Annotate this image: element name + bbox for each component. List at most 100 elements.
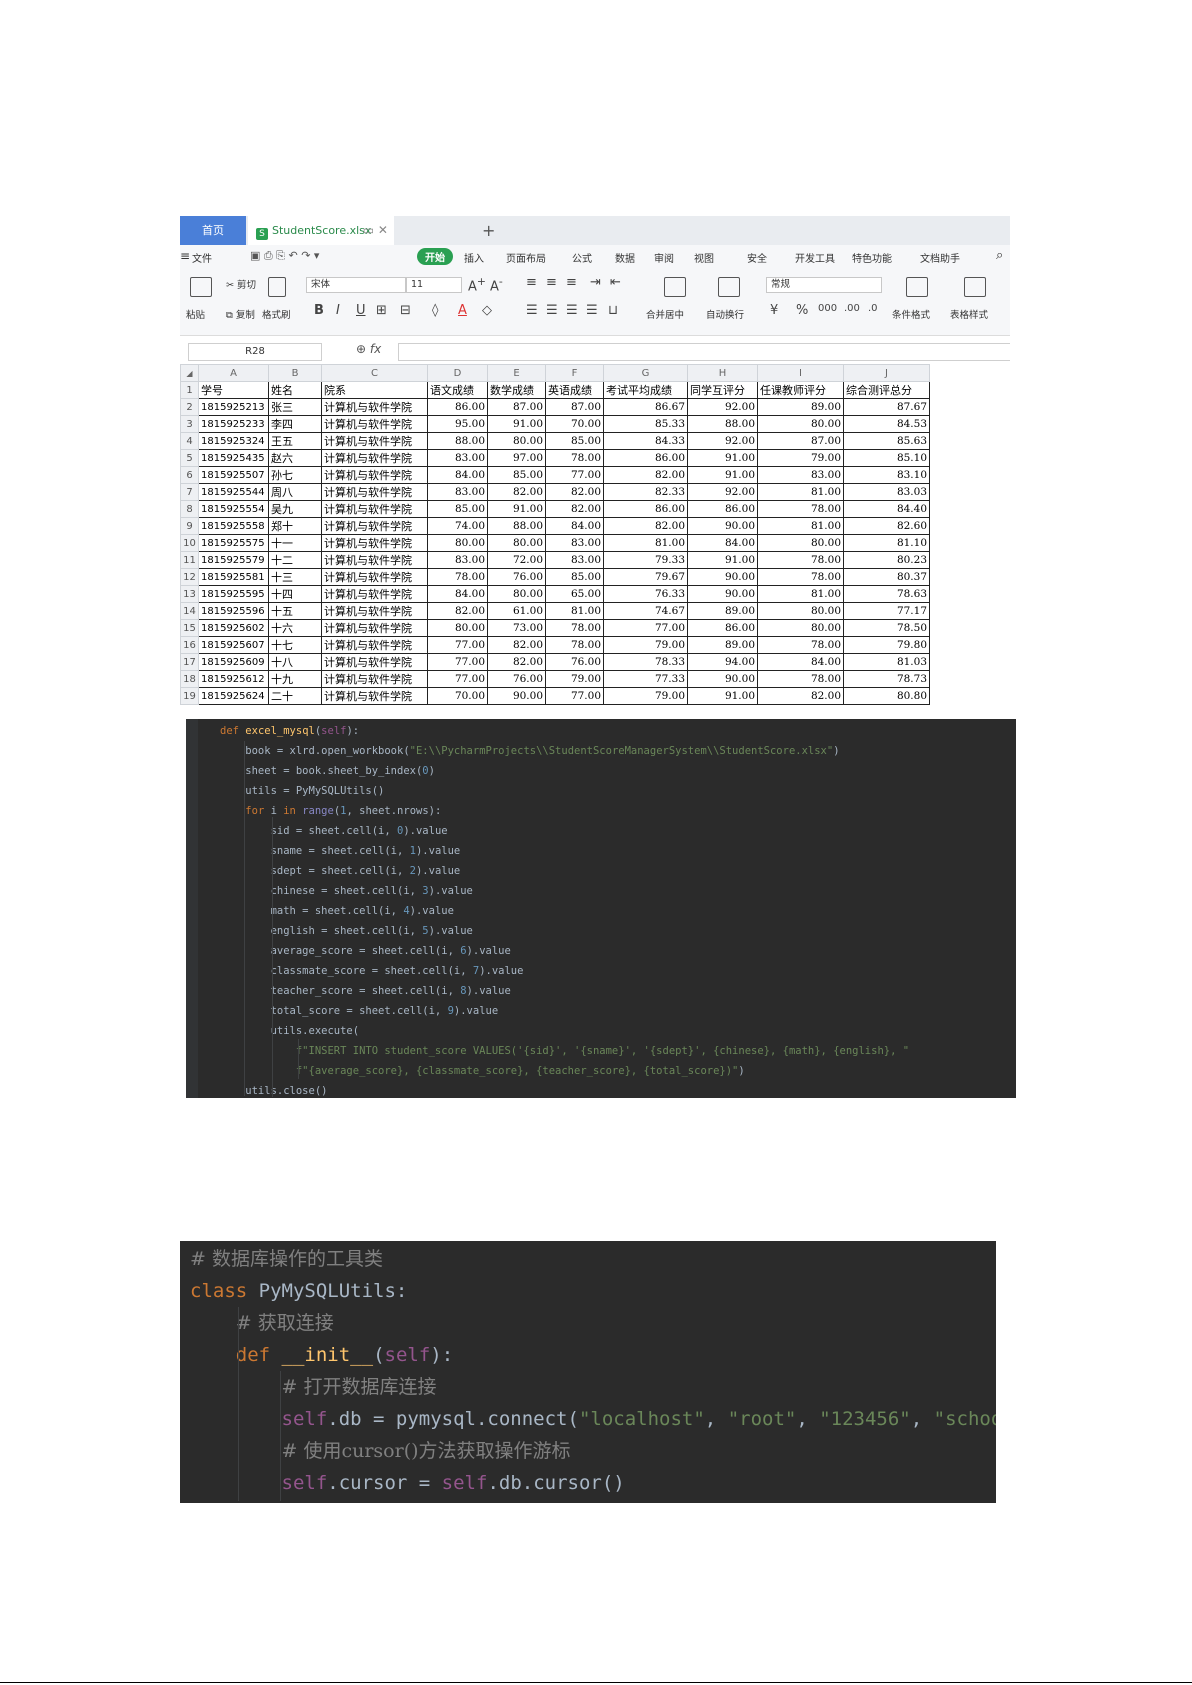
table-header-cell[interactable]: 任课教师评分: [757, 381, 844, 399]
table-cell[interactable]: 78.00: [757, 500, 844, 518]
table-cell[interactable]: 90.00: [687, 585, 758, 603]
italic-icon[interactable]: I: [336, 303, 340, 318]
table-cell[interactable]: 91.00: [487, 500, 546, 518]
table-cell[interactable]: 十一: [268, 534, 322, 552]
table-cell[interactable]: 86.00: [427, 398, 488, 416]
table-cell[interactable]: 91.00: [687, 687, 758, 705]
column-header[interactable]: J: [843, 364, 930, 382]
table-cell[interactable]: 吴九: [268, 500, 322, 518]
font-size-select[interactable]: 11: [406, 277, 462, 293]
table-style-icon[interactable]: [964, 277, 986, 297]
table-cell[interactable]: 计算机与软件学院: [321, 585, 428, 603]
cut-button[interactable]: ✂ 剪切: [226, 277, 256, 291]
table-cell[interactable]: 十四: [268, 585, 322, 603]
menu-item[interactable]: 文件: [192, 250, 212, 265]
column-header[interactable]: D: [427, 364, 488, 382]
table-cell[interactable]: 1815925596: [198, 602, 269, 620]
wrap-text-icon[interactable]: [718, 277, 740, 297]
table-cell[interactable]: 86.00: [603, 449, 688, 467]
quick-access-icons[interactable]: ▣ ⎙ ⎘ ↶ ↷ ▾: [250, 249, 319, 263]
table-cell[interactable]: 1815925324: [198, 432, 269, 450]
table-cell[interactable]: 83.00: [757, 466, 844, 484]
align-middle-icon[interactable]: ≡: [546, 275, 557, 290]
column-header[interactable]: G: [603, 364, 688, 382]
table-cell[interactable]: 89.00: [687, 636, 758, 654]
table-cell[interactable]: 83.00: [427, 449, 488, 467]
table-cell[interactable]: 97.00: [487, 449, 546, 467]
table-cell[interactable]: 张三: [268, 398, 322, 416]
table-cell[interactable]: 86.00: [687, 619, 758, 637]
row-number[interactable]: 7: [180, 483, 199, 501]
table-cell[interactable]: 计算机与软件学院: [321, 449, 428, 467]
table-cell[interactable]: 76.00: [545, 653, 604, 671]
table-cell[interactable]: 77.00: [427, 653, 488, 671]
table-cell[interactable]: 82.60: [843, 517, 930, 535]
align-right-icon[interactable]: ☰: [566, 303, 578, 318]
select-all-corner[interactable]: ◢: [180, 364, 199, 382]
table-cell[interactable]: 83.00: [545, 551, 604, 569]
table-cell[interactable]: 85.00: [427, 500, 488, 518]
table-cell[interactable]: 80.00: [487, 432, 546, 450]
table-cell[interactable]: 84.00: [687, 534, 758, 552]
table-cell[interactable]: 82.00: [545, 500, 604, 518]
table-cell[interactable]: 1815925544: [198, 483, 269, 501]
table-cell[interactable]: 76.00: [487, 670, 546, 688]
fx-icon[interactable]: ⊕ fx: [356, 342, 381, 356]
column-header[interactable]: I: [757, 364, 844, 382]
table-cell[interactable]: 计算机与软件学院: [321, 432, 428, 450]
table-cell[interactable]: 78.00: [757, 568, 844, 586]
formula-input[interactable]: [398, 343, 1010, 361]
table-cell[interactable]: 82.00: [487, 636, 546, 654]
table-cell[interactable]: 十二: [268, 551, 322, 569]
table-cell[interactable]: 74.00: [427, 517, 488, 535]
table-cell[interactable]: 87.67: [843, 398, 930, 416]
table-cell[interactable]: 83.10: [843, 466, 930, 484]
menu-item[interactable]: 特色功能: [852, 250, 892, 265]
menu-hamburger-icon[interactable]: ≡: [180, 249, 190, 263]
table-cell[interactable]: 1815925233: [198, 415, 269, 433]
menu-item[interactable]: 视图: [694, 250, 714, 265]
table-cell[interactable]: 78.73: [843, 670, 930, 688]
table-cell[interactable]: 十九: [268, 670, 322, 688]
table-cell[interactable]: 78.00: [545, 636, 604, 654]
table-header-cell[interactable]: 学号: [198, 381, 269, 399]
table-cell[interactable]: 79.67: [603, 568, 688, 586]
row-number[interactable]: 13: [180, 585, 199, 603]
table-cell[interactable]: 82.00: [757, 687, 844, 705]
table-cell[interactable]: 77.33: [603, 670, 688, 688]
row-number[interactable]: 2: [180, 398, 199, 416]
align-left-icon[interactable]: ☰: [526, 303, 538, 318]
table-cell[interactable]: 80.00: [427, 619, 488, 637]
table-cell[interactable]: 郑十: [268, 517, 322, 535]
table-cell[interactable]: 1815925213: [198, 398, 269, 416]
table-cell[interactable]: 十六: [268, 619, 322, 637]
column-header[interactable]: C: [321, 364, 428, 382]
table-cell[interactable]: 84.00: [545, 517, 604, 535]
table-cell[interactable]: 91.00: [687, 551, 758, 569]
row-number[interactable]: 10: [180, 534, 199, 552]
table-cell[interactable]: 周八: [268, 483, 322, 501]
table-header-cell[interactable]: 语文成绩: [427, 381, 488, 399]
bold-icon[interactable]: B: [314, 303, 324, 318]
table-cell[interactable]: 91.00: [487, 415, 546, 433]
tab-file[interactable]: S StudentScore.xlsx ▭ ✕: [248, 216, 394, 245]
table-cell[interactable]: 计算机与软件学院: [321, 619, 428, 637]
table-cell[interactable]: 二十: [268, 687, 322, 705]
paste-button[interactable]: 粘贴: [186, 307, 205, 321]
table-cell[interactable]: 82.00: [603, 517, 688, 535]
table-cell[interactable]: 82.33: [603, 483, 688, 501]
table-cell[interactable]: 1815925609: [198, 653, 269, 671]
table-header-cell[interactable]: 同学互评分: [687, 381, 758, 399]
table-cell[interactable]: 计算机与软件学院: [321, 483, 428, 501]
table-cell[interactable]: 80.23: [843, 551, 930, 569]
table-cell[interactable]: 61.00: [487, 602, 546, 620]
table-cell[interactable]: 80.00: [757, 534, 844, 552]
row-number[interactable]: 6: [180, 466, 199, 484]
table-cell[interactable]: 92.00: [687, 398, 758, 416]
menu-item[interactable]: 插入: [464, 250, 484, 265]
outdent-icon[interactable]: ⇤: [610, 275, 621, 290]
font-grow-icon[interactable]: A+: [468, 275, 486, 294]
table-cell[interactable]: 70.00: [427, 687, 488, 705]
table-cell[interactable]: 1815925602: [198, 619, 269, 637]
table-cell[interactable]: 计算机与软件学院: [321, 602, 428, 620]
